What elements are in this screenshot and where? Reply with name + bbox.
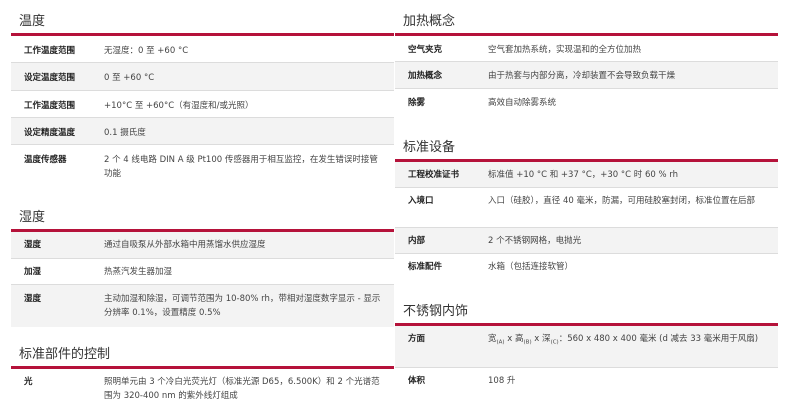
section-title: 标准部件的控制 bbox=[11, 333, 394, 369]
width-label: 宽 bbox=[488, 334, 497, 344]
times-sign: x bbox=[504, 334, 516, 344]
spec-value: 通过自吸泵从外部水箱中用蒸馏水供应湿度 bbox=[104, 240, 266, 250]
spec-key: 光 bbox=[24, 377, 33, 387]
spec-key: 加热概念 bbox=[408, 71, 443, 81]
spec-row: 方面 宽(A) x 高(B) x 深(C)：560 x 480 x 400 毫米… bbox=[395, 326, 778, 368]
right-column: 加热概念 空气夹克 空气套加热系统，实现温和的全方位加热 加热概念 由于热套与内… bbox=[395, 0, 778, 394]
spec-value: 无湿度：0 至 +60 °C bbox=[104, 46, 189, 56]
spec-row: 空气夹克 空气套加热系统，实现温和的全方位加热 bbox=[395, 36, 778, 62]
section-title: 不锈钢内饰 bbox=[395, 290, 778, 326]
spec-row: 体积 108 升 bbox=[395, 368, 778, 394]
depth-label: 深 bbox=[542, 334, 551, 344]
spec-key: 工程校准证书 bbox=[408, 170, 460, 180]
spec-row: 标准配件 水箱（包括连接软管） bbox=[395, 254, 778, 280]
spec-value: 0 至 +60 °C bbox=[104, 73, 155, 83]
spec-row: 内部 2 个不锈钢网格，电抛光 bbox=[395, 228, 778, 254]
spec-value: +10°C 至 +60°C（有湿度和/或光照） bbox=[104, 101, 254, 111]
heating-section: 加热概念 空气夹克 空气套加热系统，实现温和的全方位加热 加热概念 由于热套与内… bbox=[395, 0, 778, 116]
humidity-section: 湿度 湿度 通过自吸泵从外部水箱中用蒸馏水供应湿度 加湿 热蒸汽发生器加湿 湿度… bbox=[11, 196, 394, 327]
spec-row: 工程校准证书 标准值 +10 °C 和 +37 °C，+30 °C 时 60 %… bbox=[395, 162, 778, 188]
depth-subscript: (C) bbox=[550, 339, 559, 346]
spec-value: 入口（硅胶），直径 40 毫米，防漏，可用硅胶塞封闭，标准位置在后部 bbox=[488, 196, 755, 206]
spec-key: 设定精度温度 bbox=[24, 128, 76, 138]
spec-key: 湿度 bbox=[24, 294, 42, 304]
spec-row: 加热概念 由于热套与内部分离，冷却装置不会导致负载干燥 bbox=[395, 62, 778, 89]
spec-value: 主动加湿和除湿，可调节范围为 10-80% rh，带相对湿度数字显示 - 显示分… bbox=[104, 294, 381, 318]
times-sign: x bbox=[531, 334, 543, 344]
spec-row: 设定温度范围 0 至 +60 °C bbox=[11, 63, 394, 91]
spec-value: 水箱（包括连接软管） bbox=[488, 262, 574, 272]
spec-key: 内部 bbox=[408, 236, 426, 246]
spec-key: 湿度 bbox=[24, 240, 42, 250]
controls-section: 标准部件的控制 光 照明单元由 3 个冷白光荧光灯（标准光源 D65，6.500… bbox=[11, 333, 394, 409]
spec-row: 除雾 高效自动除雾系统 bbox=[395, 89, 778, 116]
left-column: 温度 工作温度范围 无湿度：0 至 +60 °C 设定温度范围 0 至 +60 … bbox=[11, 0, 394, 409]
spec-value: 由于热套与内部分离，冷却装置不会导致负载干燥 bbox=[488, 71, 676, 81]
spec-key: 设定温度范围 bbox=[24, 73, 76, 83]
spec-key: 温度传感器 bbox=[24, 155, 67, 165]
spec-key: 方面 bbox=[408, 334, 426, 344]
spec-row: 湿度 主动加湿和除湿，可调节范围为 10-80% rh，带相对湿度数字显示 - … bbox=[11, 285, 394, 327]
section-title: 湿度 bbox=[11, 196, 394, 232]
spec-row: 温度传感器 2 个 4 线电路 DIN A 级 Pt100 传感器用于相互监控，… bbox=[11, 145, 394, 186]
spec-value: 0.1 摄氏度 bbox=[104, 128, 146, 138]
temperature-section: 温度 工作温度范围 无湿度：0 至 +60 °C 设定温度范围 0 至 +60 … bbox=[11, 0, 394, 186]
spec-value: 2 个 4 线电路 DIN A 级 Pt100 传感器用于相互监控，在发生错误时… bbox=[104, 155, 378, 179]
spec-row: 加湿 热蒸汽发生器加湿 bbox=[11, 259, 394, 285]
height-subscript: (B) bbox=[523, 339, 532, 346]
spec-value: 热蒸汽发生器加湿 bbox=[104, 267, 173, 277]
spec-row: 工作温度范围 无湿度：0 至 +60 °C bbox=[11, 36, 394, 63]
spec-key: 入境口 bbox=[408, 196, 434, 206]
height-label: 高 bbox=[515, 334, 524, 344]
spec-key: 标准配件 bbox=[408, 262, 443, 272]
spec-row: 入境口 入口（硅胶），直径 40 毫米，防漏，可用硅胶塞封闭，标准位置在后部 bbox=[395, 188, 778, 228]
spec-row: 湿度 通过自吸泵从外部水箱中用蒸馏水供应湿度 bbox=[11, 232, 394, 259]
spec-key: 工作温度范围 bbox=[24, 101, 76, 111]
spec-row: 设定精度温度 0.1 摄氏度 bbox=[11, 118, 394, 145]
spec-key: 空气夹克 bbox=[408, 45, 443, 55]
spec-key: 加湿 bbox=[24, 267, 42, 277]
spec-value: 空气套加热系统，实现温和的全方位加热 bbox=[488, 45, 642, 55]
stainless-interior-section: 不锈钢内饰 方面 宽(A) x 高(B) x 深(C)：560 x 480 x … bbox=[395, 290, 778, 394]
dimensions-text: ：560 x 480 x 400 毫米 (d 减去 33 毫米用于风扇) bbox=[558, 334, 759, 344]
spec-value: 照明单元由 3 个冷白光荧光灯（标准光源 D65，6.500K）和 2 个光谱范… bbox=[104, 377, 380, 401]
dimensions-value: 宽(A) x 高(B) x 深(C)：560 x 480 x 400 毫米 (d… bbox=[488, 332, 778, 350]
equipment-section: 标准设备 工程校准证书 标准值 +10 °C 和 +37 °C，+30 °C 时… bbox=[395, 126, 778, 280]
spec-value: 标准值 +10 °C 和 +37 °C，+30 °C 时 60 % rh bbox=[488, 170, 679, 180]
section-title: 标准设备 bbox=[395, 126, 778, 162]
section-title: 温度 bbox=[11, 0, 394, 36]
spec-key: 除雾 bbox=[408, 98, 426, 108]
section-title: 加热概念 bbox=[395, 0, 778, 36]
spec-value: 108 升 bbox=[488, 376, 516, 386]
spec-key: 工作温度范围 bbox=[24, 46, 76, 56]
spec-key: 体积 bbox=[408, 376, 426, 386]
spec-row: 工作温度范围 +10°C 至 +60°C（有湿度和/或光照） bbox=[11, 91, 394, 118]
spec-row: 光 照明单元由 3 个冷白光荧光灯（标准光源 D65，6.500K）和 2 个光… bbox=[11, 369, 394, 409]
spec-value: 高效自动除雾系统 bbox=[488, 98, 557, 108]
width-subscript: (A) bbox=[496, 339, 505, 346]
spec-value: 2 个不锈钢网格，电抛光 bbox=[488, 236, 582, 246]
